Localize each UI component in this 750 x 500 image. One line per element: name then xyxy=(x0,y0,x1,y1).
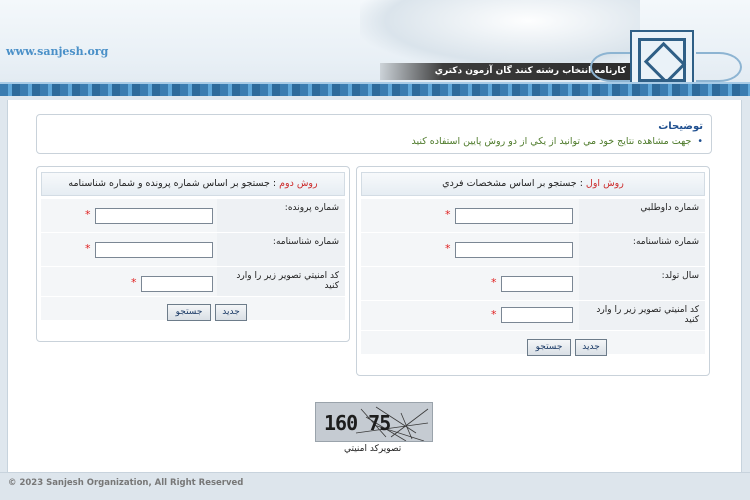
method1-panel: روش اول : جستجو بر اساس مشخصات فردي شمار… xyxy=(356,166,710,376)
id-number-input[interactable] xyxy=(455,242,573,258)
required-marker: * xyxy=(445,242,451,255)
form-row: سال تولد: * xyxy=(361,267,705,301)
captcha-caption: تصويرکد امنيتي xyxy=(344,444,402,454)
security-code-label-2: کد امنيتي تصوير زير را وارد کنيد xyxy=(217,267,345,296)
sanjesh-logo-icon xyxy=(630,30,694,90)
form-row: شماره داوطلبي * xyxy=(361,199,705,233)
birth-year-input[interactable] xyxy=(501,276,573,292)
instructions-text: جهت مشاهده نتايج خود مي توانيد از يکي از… xyxy=(411,136,703,147)
method2-panel: روش دوم : جستجو بر اساس شماره پرونده و ش… xyxy=(36,166,350,342)
ornament-left-icon xyxy=(590,52,632,82)
required-marker: * xyxy=(85,242,91,255)
form-row: شماره شناسنامه: * xyxy=(41,233,345,267)
required-marker: * xyxy=(491,308,497,321)
captcha-image: 160 75 xyxy=(315,402,433,442)
method1-form: شماره داوطلبي * شماره شناسنامه: * سال تو… xyxy=(361,199,705,355)
required-marker: * xyxy=(131,276,137,289)
method1-description: : جستجو بر اساس مشخصات فردي xyxy=(442,178,586,189)
header-ornament-band xyxy=(0,82,750,96)
site-footer: © 2023 Sanjesh Organization, All Right R… xyxy=(0,472,750,500)
method1-heading: روش اول : جستجو بر اساس مشخصات فردي xyxy=(361,172,705,196)
file-number-input[interactable] xyxy=(95,208,213,224)
required-marker: * xyxy=(85,208,91,221)
method2-label: روش دوم xyxy=(279,178,318,189)
id-number-label-2: شماره شناسنامه: xyxy=(217,233,345,266)
method2-heading: روش دوم : جستجو بر اساس شماره پرونده و ش… xyxy=(41,172,345,196)
form-row: کد امنيتي تصوير زير را وارد کنيد * xyxy=(41,267,345,297)
method1-search-button[interactable]: جستجو xyxy=(527,339,571,356)
site-header: www.sanjesh.org کارنامه انتخاب رشته کنند… xyxy=(0,0,750,96)
required-marker: * xyxy=(491,276,497,289)
site-url-link[interactable]: www.sanjesh.org xyxy=(6,45,108,58)
ornament-right-icon xyxy=(696,52,742,82)
birth-year-label: سال تولد: xyxy=(579,267,705,300)
id-number-label: شماره شناسنامه: xyxy=(579,233,705,266)
security-code-input-2[interactable] xyxy=(141,276,213,292)
method2-form: شماره پرونده: * شماره شناسنامه: * کد امن… xyxy=(41,199,345,321)
file-number-label: شماره پرونده: xyxy=(217,199,345,232)
instructions-title: توضيحات xyxy=(658,121,703,132)
form-row: کد امنيتي تصوير زير را وارد کنيد * xyxy=(361,301,705,331)
captcha-digits: 160 75 xyxy=(324,411,391,435)
instructions-box: توضيحات جهت مشاهده نتايج خود مي توانيد ا… xyxy=(36,114,712,154)
required-marker: * xyxy=(445,208,451,221)
form-row: شماره پرونده: * xyxy=(41,199,345,233)
security-code-input[interactable] xyxy=(501,307,573,323)
method1-label: روش اول xyxy=(585,178,624,189)
security-code-label: کد امنيتي تصوير زير را وارد کنيد xyxy=(579,301,705,330)
method2-search-button[interactable]: جستجو xyxy=(167,304,211,321)
form-row: شماره شناسنامه: * xyxy=(361,233,705,267)
id-number-input-2[interactable] xyxy=(95,242,213,258)
copyright-text: © 2023 Sanjesh Organization, All Right R… xyxy=(8,478,244,488)
candidate-number-input[interactable] xyxy=(455,208,573,224)
method1-new-button[interactable]: جديد xyxy=(575,339,607,356)
method2-new-button[interactable]: جديد xyxy=(215,304,247,321)
method2-description: : جستجو بر اساس شماره پرونده و شماره شنا… xyxy=(68,178,280,189)
candidate-number-label: شماره داوطلبي xyxy=(579,199,705,232)
